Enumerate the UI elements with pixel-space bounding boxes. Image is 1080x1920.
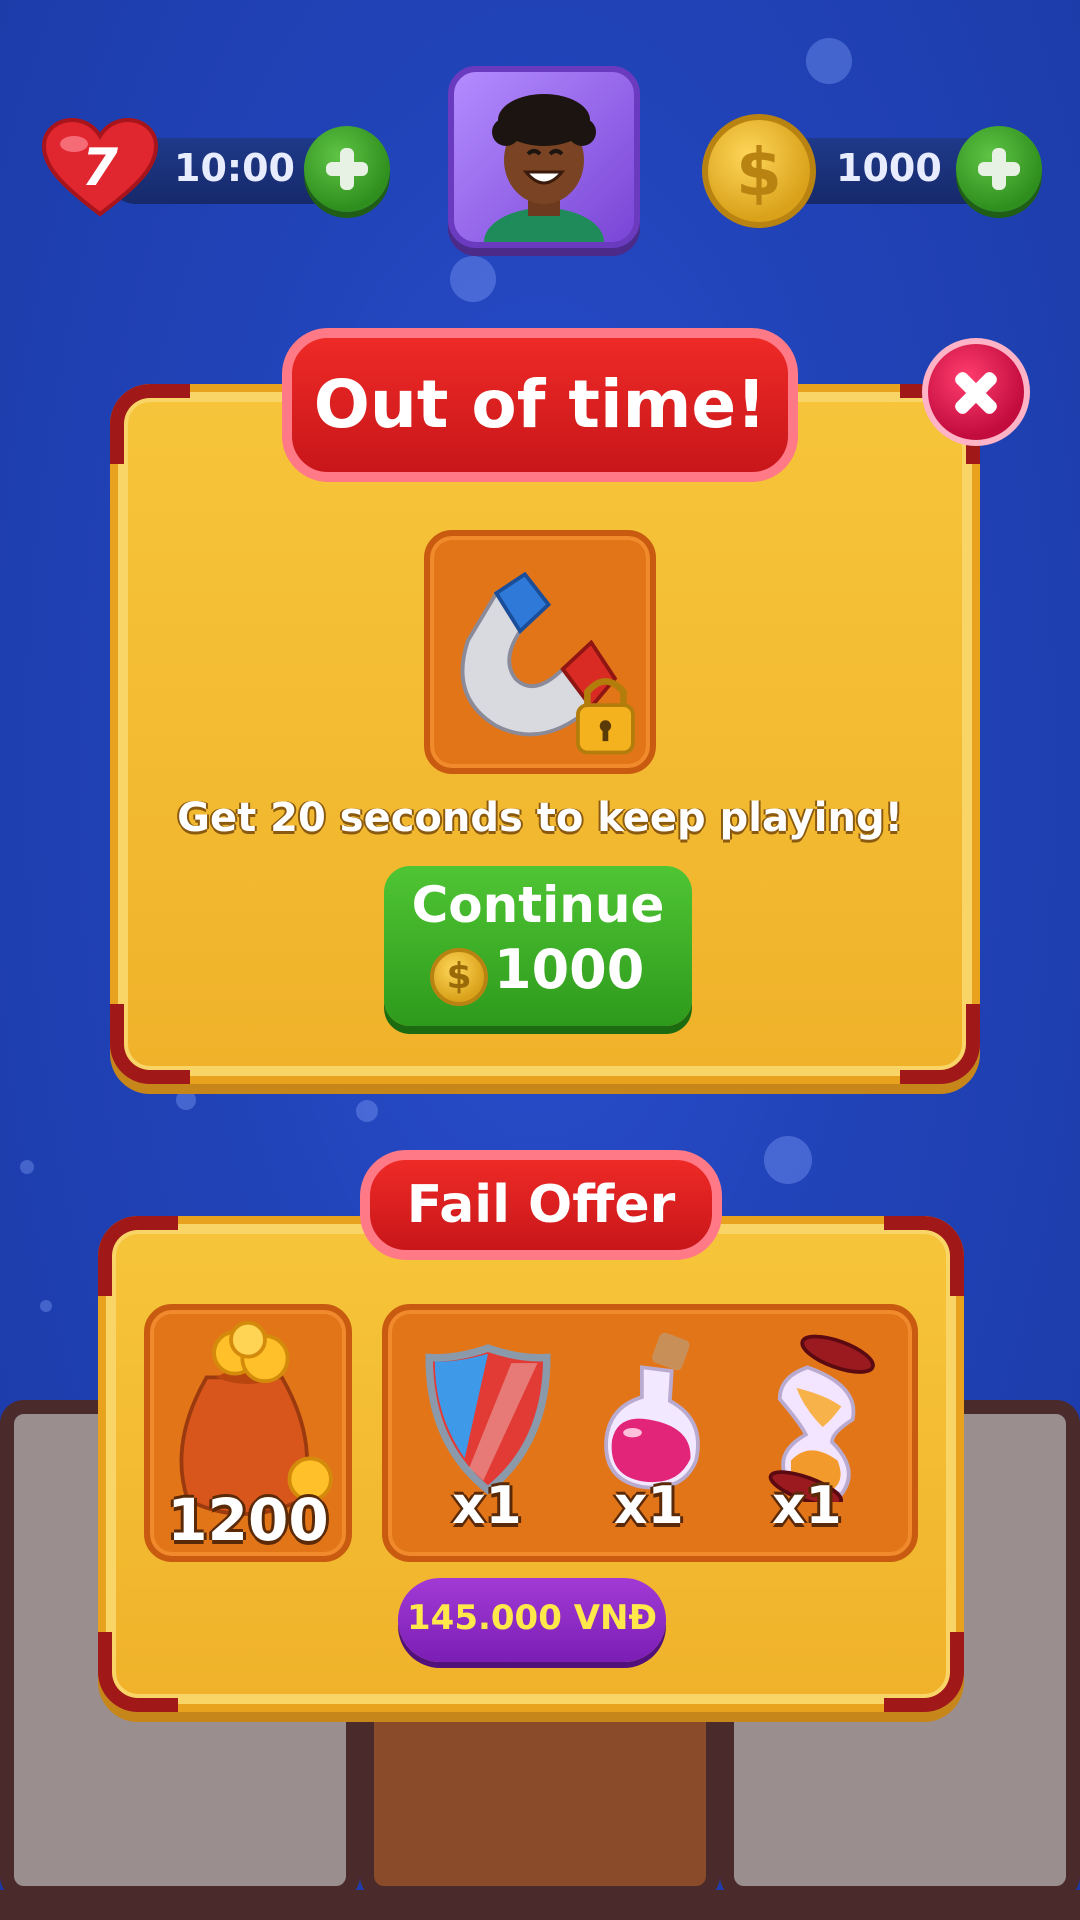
- bottom-bar: [0, 1890, 1080, 1920]
- fail-offer-title: Fail Offer: [360, 1150, 722, 1260]
- potion-qty: x1: [614, 1476, 684, 1536]
- boosters-box: x1 x1 x1: [382, 1304, 918, 1562]
- bubble-decoration: [450, 256, 496, 302]
- panel-corner: [884, 1632, 964, 1712]
- offer-price: 145.000 VNĐ: [407, 1598, 657, 1638]
- bubble-decoration: [40, 1300, 52, 1312]
- buy-offer-button[interactable]: 145.000 VNĐ: [398, 1578, 666, 1662]
- panel-corner: [98, 1632, 178, 1712]
- player-avatar[interactable]: [448, 66, 640, 248]
- out-of-time-message: Get 20 seconds to keep playing!: [177, 795, 903, 841]
- panel-corner: [110, 384, 190, 464]
- bubble-decoration: [806, 38, 852, 84]
- panel-corner: [900, 1004, 980, 1084]
- close-button[interactable]: [922, 338, 1030, 446]
- out-of-time-title: Out of time!: [282, 328, 798, 482]
- shield-qty: x1: [452, 1476, 522, 1536]
- bubble-decoration: [176, 1090, 196, 1110]
- coin-bag-amount: 1200: [167, 1486, 329, 1554]
- add-lives-button[interactable]: [304, 126, 390, 212]
- add-coins-button[interactable]: [956, 126, 1042, 212]
- booster-box: [424, 530, 656, 774]
- bubble-decoration: [20, 1160, 34, 1174]
- panel-corner: [884, 1216, 964, 1296]
- coin-icon: $: [430, 948, 488, 1006]
- bubble-decoration: [356, 1100, 378, 1122]
- continue-price: 1000: [494, 938, 645, 1001]
- hourglass-qty: x1: [772, 1476, 842, 1536]
- lives-timer: 10:00: [174, 146, 295, 190]
- continue-button[interactable]: Continue $ 1000: [384, 866, 692, 1026]
- coin-icon: $: [702, 114, 816, 228]
- lives-count: 7: [81, 138, 119, 198]
- coins-count: 1000: [836, 146, 942, 190]
- panel-corner: [98, 1216, 178, 1296]
- continue-label: Continue: [411, 876, 665, 934]
- coin-bag-box: 1200: [144, 1304, 352, 1562]
- panel-corner: [110, 1004, 190, 1084]
- magnet-icon: [460, 571, 635, 755]
- bubble-decoration: [764, 1136, 812, 1184]
- avatar-icon: [484, 94, 604, 242]
